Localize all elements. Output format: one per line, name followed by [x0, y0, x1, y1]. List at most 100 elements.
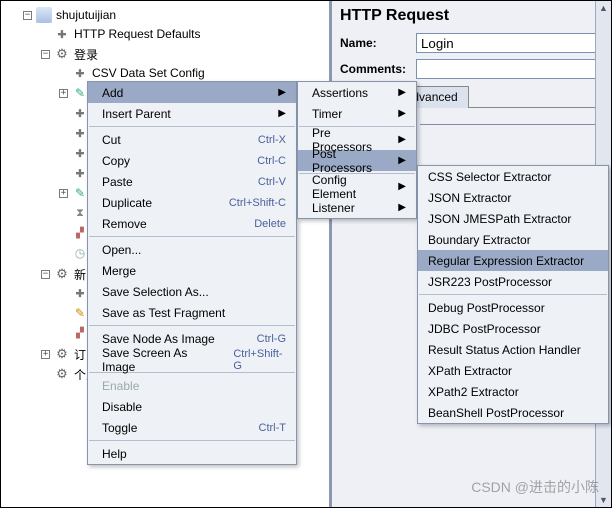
menu-item-jdbc-postprocessor[interactable]: JDBC PostProcessor — [418, 318, 608, 339]
menu-item-save-screen-as-image[interactable]: Save Screen As ImageCtrl+Shift-G — [88, 349, 296, 370]
collapse-icon[interactable]: − — [41, 50, 50, 59]
menu-item-xpath-extractor[interactable]: XPath Extractor — [418, 360, 608, 381]
menu-item-result-status-action-handler[interactable]: Result Status Action Handler — [418, 339, 608, 360]
menu-item-xpath2-extractor[interactable]: XPath2 Extractor — [418, 381, 608, 402]
menu-item-save-selection-as[interactable]: Save Selection As... — [88, 281, 296, 302]
menu-item-post-processors[interactable]: Post Processors▶ — [298, 150, 416, 171]
menu-item-label: Open... — [102, 243, 141, 257]
gear-icon — [54, 46, 70, 62]
menu-item-label: Result Status Action Handler — [428, 343, 581, 357]
menu-item-label: Config Element — [312, 173, 378, 201]
tree-label: CSV Data Set Config — [92, 66, 205, 80]
gear-icon — [54, 346, 70, 362]
name-input[interactable] — [416, 33, 603, 53]
expand-icon[interactable]: + — [41, 350, 50, 359]
menu-item-label: Duplicate — [102, 196, 152, 210]
menu-item-label: Help — [102, 447, 127, 461]
submenu-arrow-icon: ▶ — [278, 108, 286, 119]
menu-item-label: XPath Extractor — [428, 364, 512, 378]
menu-item-label: Cut — [102, 133, 121, 147]
tree-item-csv-config[interactable]: CSV Data Set Config — [59, 64, 329, 82]
expand-icon[interactable]: + — [59, 189, 68, 198]
comments-label: Comments: — [340, 62, 410, 76]
menu-item-json-jmespath-extractor[interactable]: JSON JMESPath Extractor — [418, 208, 608, 229]
collapse-icon[interactable]: − — [41, 270, 50, 279]
submenu-post-processors[interactable]: CSS Selector Extractor JSON Extractor JSON… — [417, 165, 609, 424]
menu-shortcut: Ctrl-C — [257, 155, 286, 167]
name-label: Name: — [340, 36, 410, 50]
menu-item-beanshell-postprocessor[interactable]: BeanShell PostProcessor — [418, 402, 608, 423]
menu-shortcut: Ctrl-V — [258, 176, 286, 188]
menu-item-label: JSON Extractor — [428, 191, 511, 205]
tree-item-login-group[interactable]: − 登录 — [41, 45, 329, 63]
timer-icon — [72, 205, 88, 221]
menu-item-label: XPath2 Extractor — [428, 385, 519, 399]
menu-item-css-selector-extractor[interactable]: CSS Selector Extractor — [418, 166, 608, 187]
menu-item-label: Boundary Extractor — [428, 233, 531, 247]
menu-item-label: Save as Test Fragment — [102, 306, 225, 320]
menu-item-add[interactable]: Add ▶ — [88, 82, 296, 103]
menu-separator — [89, 325, 295, 326]
tree-item-http-defaults[interactable]: HTTP Request Defaults — [41, 25, 329, 43]
menu-item-label: Add — [102, 86, 123, 100]
menu-item-label: JSON JMESPath Extractor — [428, 212, 571, 226]
menu-item-json-extractor[interactable]: JSON Extractor — [418, 187, 608, 208]
menu-item-insert-parent[interactable]: Insert Parent ▶ — [88, 103, 296, 124]
menu-item-copy[interactable]: CopyCtrl-C — [88, 150, 296, 171]
menu-item-assertions[interactable]: Assertions▶ — [298, 82, 416, 103]
menu-item-remove[interactable]: RemoveDelete — [88, 213, 296, 234]
menu-item-label: Save Selection As... — [102, 285, 209, 299]
menu-item-label: JSR223 PostProcessor — [428, 275, 552, 289]
dropper-icon — [72, 85, 88, 101]
menu-item-boundary-extractor[interactable]: Boundary Extractor — [418, 229, 608, 250]
menu-item-enable: Enable — [88, 375, 296, 396]
wrench-icon — [72, 285, 88, 301]
menu-item-label: CSS Selector Extractor — [428, 170, 551, 184]
gear-icon — [54, 366, 70, 382]
dropper-icon — [72, 185, 88, 201]
context-menu[interactable]: Add▶Insert Parent▶CutCtrl-XCopyCtrl-CPas… — [87, 81, 297, 465]
submenu-arrow-icon: ▶ — [398, 202, 406, 213]
menu-item-label: Insert Parent — [102, 107, 171, 121]
menu-separator — [89, 236, 295, 237]
menu-item-merge[interactable]: Merge — [88, 260, 296, 281]
submenu-arrow-icon: ▶ — [278, 87, 286, 98]
menu-item-label: Save Screen As Image — [102, 346, 213, 374]
menu-item-jsr223-postprocessor[interactable]: JSR223 PostProcessor — [418, 271, 608, 292]
screwdriver-icon — [72, 305, 88, 321]
menu-item-cut[interactable]: CutCtrl-X — [88, 129, 296, 150]
menu-item-label: JDBC PostProcessor — [428, 322, 541, 336]
menu-item-label: Save Node As Image — [102, 332, 215, 346]
menu-separator — [89, 126, 295, 127]
flask-icon — [36, 7, 52, 23]
menu-item-paste[interactable]: Paste Ctrl-V — [88, 171, 296, 192]
menu-item-duplicate[interactable]: DuplicateCtrl+Shift-C — [88, 192, 296, 213]
menu-item-label: BeanShell PostProcessor — [428, 406, 564, 420]
submenu-arrow-icon: ▶ — [398, 108, 406, 119]
menu-item-label: Paste — [102, 175, 133, 189]
menu-item-config-element[interactable]: Config Element▶ — [298, 176, 416, 197]
menu-item-label: Remove — [102, 217, 147, 231]
menu-separator — [419, 294, 607, 295]
menu-item-debug-postprocessor[interactable]: Debug PostProcessor — [418, 297, 608, 318]
menu-shortcut: Ctrl-T — [259, 422, 287, 434]
clock-icon — [72, 245, 88, 261]
menu-item-label: Regular Expression Extractor — [428, 254, 584, 268]
menu-shortcut: Ctrl-G — [257, 333, 286, 345]
menu-item-save-as-test-fragment[interactable]: Save as Test Fragment — [88, 302, 296, 323]
wrench-icon — [72, 165, 88, 181]
comments-input[interactable] — [416, 59, 603, 79]
menu-item-toggle[interactable]: ToggleCtrl-T — [88, 417, 296, 438]
wrench-icon — [72, 125, 88, 141]
collapse-icon[interactable]: − — [23, 11, 32, 20]
submenu-add[interactable]: Assertions▶Timer▶Pre Processors▶Post Pro… — [297, 81, 417, 219]
menu-item-label: Enable — [102, 379, 139, 393]
menu-item-help[interactable]: Help — [88, 443, 296, 464]
menu-item-disable[interactable]: Disable — [88, 396, 296, 417]
menu-item-regular-expression-extractor[interactable]: Regular Expression Extractor — [418, 250, 608, 271]
menu-item-timer[interactable]: Timer▶ — [298, 103, 416, 124]
menu-item-label: Post Processors — [312, 147, 378, 175]
menu-item-open[interactable]: Open... — [88, 239, 296, 260]
tree-root[interactable]: − shujutuijian — [23, 6, 329, 24]
expand-icon[interactable]: + — [59, 89, 68, 98]
